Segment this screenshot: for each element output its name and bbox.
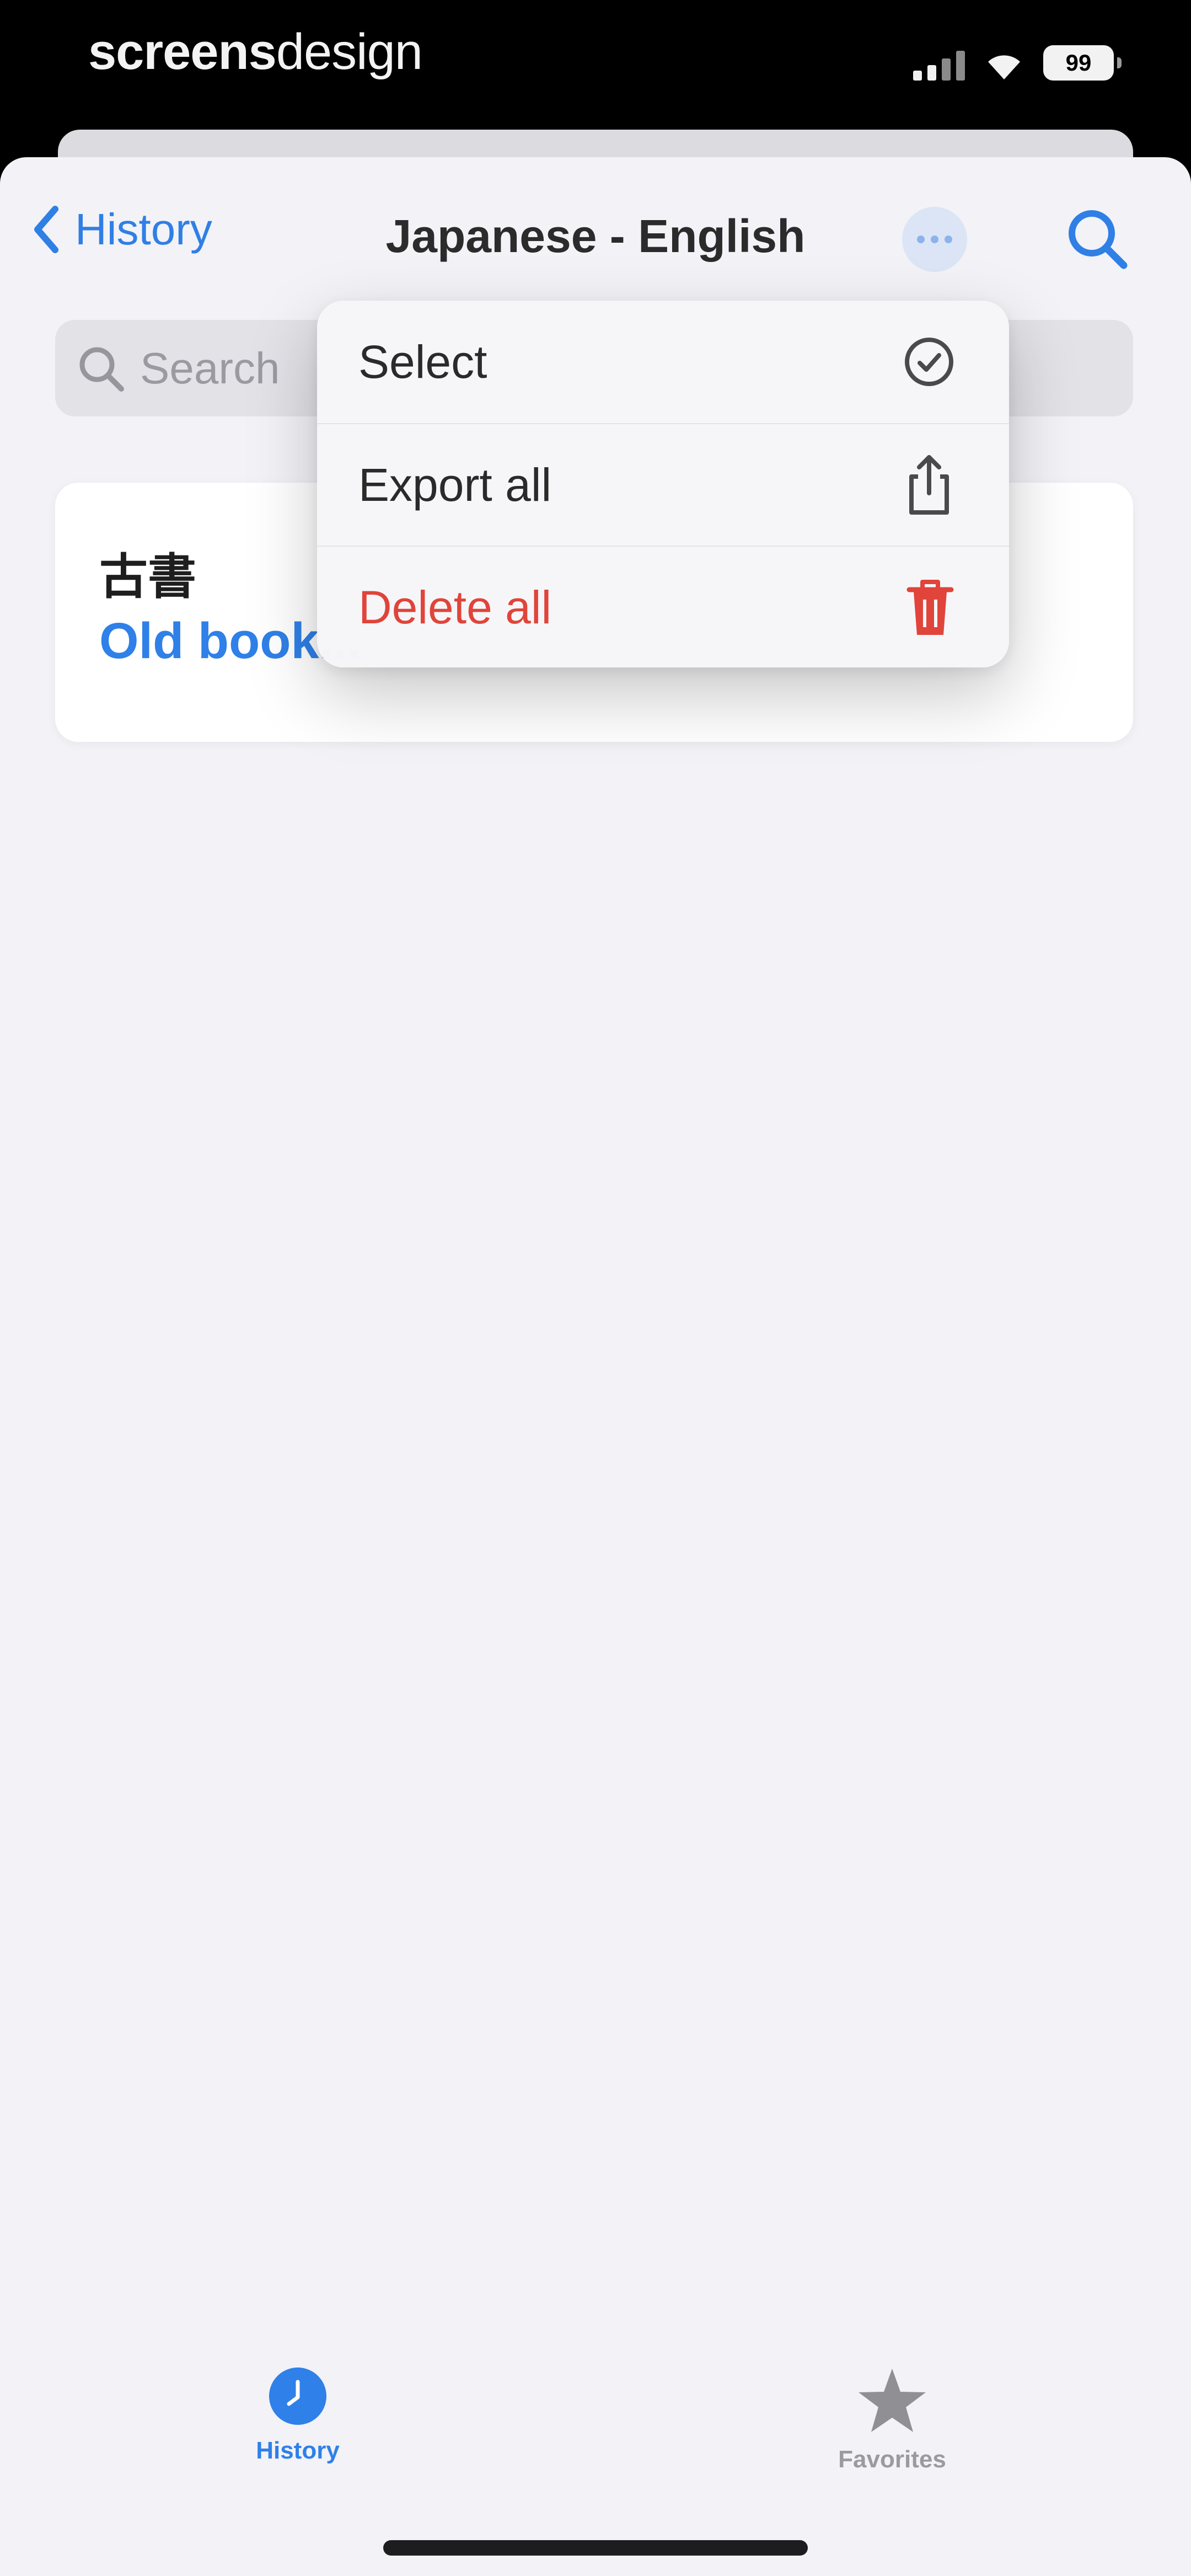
star-icon: [859, 2369, 926, 2432]
home-indicator[interactable]: [383, 2540, 808, 2556]
cellular-signal-icon: [913, 47, 965, 81]
tab-favorites[interactable]: Favorites: [782, 2366, 1002, 2473]
search-icon: [1069, 210, 1128, 269]
tab-bar: History Favorites: [0, 2289, 1191, 2576]
trash-icon: [906, 580, 954, 635]
status-icons: 99: [913, 45, 1122, 81]
more-options-button[interactable]: [902, 207, 967, 272]
menu-item-select-label: Select: [358, 335, 487, 388]
menu-item-delete-label: Delete all: [358, 581, 552, 633]
checkmark-circle-icon: [905, 338, 953, 386]
menu-item-delete-all[interactable]: Delete all: [317, 546, 1009, 667]
brand-light-text: design: [276, 24, 423, 80]
menu-item-select[interactable]: Select: [317, 301, 1009, 423]
tab-history-label: History: [256, 2437, 340, 2464]
navigation-bar: History Japanese - English: [0, 157, 1191, 317]
battery-level-text: 99: [1065, 50, 1092, 76]
brand-bold-text: screens: [88, 24, 277, 80]
history-clock-icon: [269, 2367, 326, 2425]
menu-item-export-all[interactable]: Export all: [317, 423, 1009, 546]
search-placeholder: Search: [140, 343, 280, 393]
options-menu: Select Export all Delete all: [317, 301, 1009, 667]
share-icon: [909, 455, 949, 515]
menu-item-export-label: Export all: [358, 458, 552, 511]
tab-favorites-label: Favorites: [838, 2446, 946, 2473]
brand-watermark: screensdesign: [88, 23, 423, 81]
wifi-icon: [988, 55, 1020, 79]
battery-icon: 99: [1043, 45, 1122, 81]
ellipsis-icon: [917, 236, 952, 243]
search-button[interactable]: [1064, 206, 1130, 275]
history-item-source: 古書: [99, 548, 197, 605]
tab-history[interactable]: History: [187, 2366, 408, 2465]
status-bar: screensdesign 99: [0, 0, 1191, 127]
page-title: Japanese - English: [385, 210, 806, 262]
search-field-icon: [79, 347, 124, 392]
